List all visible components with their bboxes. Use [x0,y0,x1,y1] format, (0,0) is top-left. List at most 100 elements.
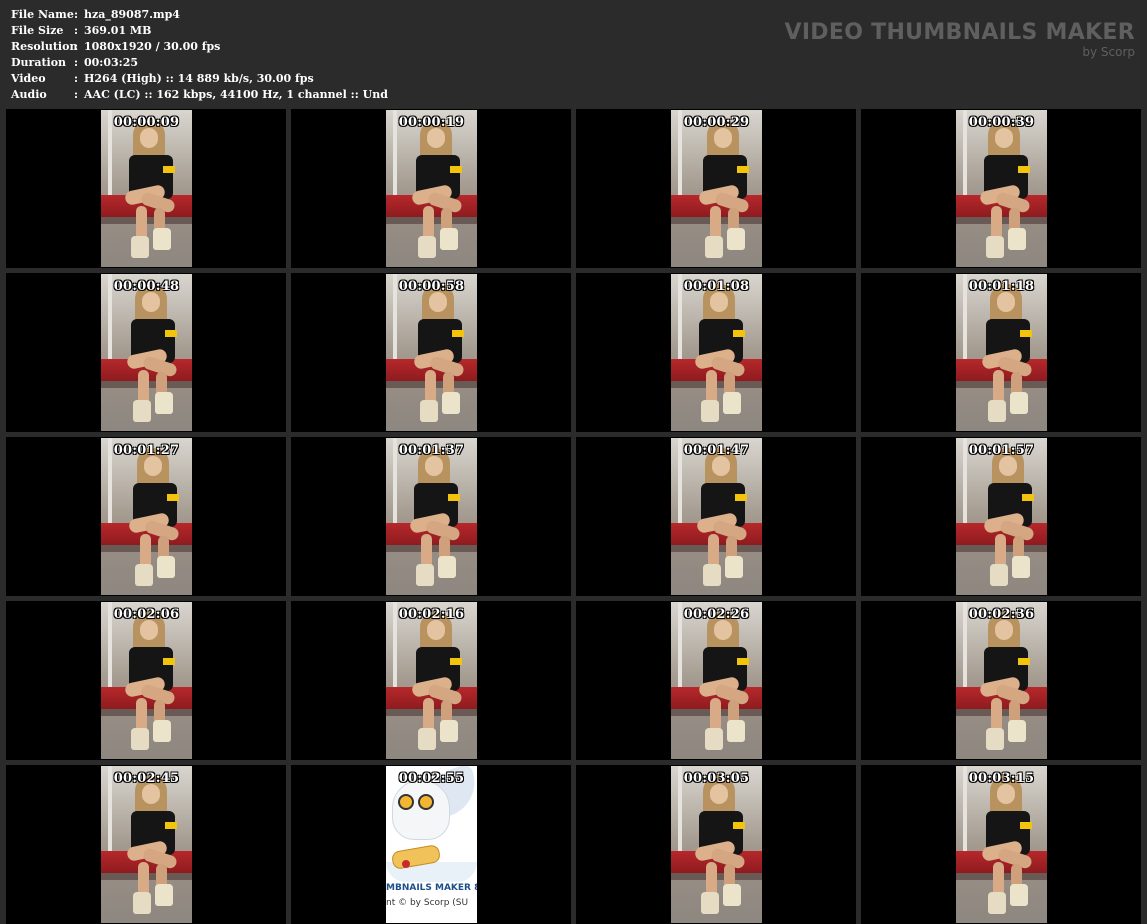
boot [1012,556,1030,578]
timestamp-label: 00:02:26 [683,607,750,622]
head [429,292,447,312]
thumbnail-cell: 00:00:39 [861,109,1141,268]
person-figure [119,118,181,263]
info-value: 00:03:25 [84,56,139,69]
leg [991,206,1002,240]
info-value: hza_89087.mp4 [84,8,180,21]
info-label: Resolution [11,40,78,53]
thumbnail-cell: 00:03:15 [861,765,1141,924]
info-separator: : [74,8,79,21]
shirt-stripe [733,330,745,337]
timestamp-label: 00:00:09 [113,115,180,130]
shirt-stripe [165,330,177,337]
head [710,292,728,312]
head [140,128,158,148]
info-value: 369.01 MB [84,24,152,37]
timestamp-label: 00:02:16 [398,607,465,622]
owl-eye [398,794,414,810]
head [999,456,1017,476]
video-frame [386,602,477,759]
timestamp-label: 00:01:47 [683,443,750,458]
person-figure [408,282,470,427]
shirt-stripe [737,658,749,665]
timestamp-label: 00:01:57 [968,443,1035,458]
leg [706,862,717,896]
head [425,456,443,476]
info-value: H264 (High) :: 14 889 kb/s, 30.00 fps [84,72,314,85]
person-figure [689,774,751,919]
timestamp-label: 00:00:29 [683,115,750,130]
boot [986,728,1004,750]
leg [710,206,721,240]
leg [136,698,147,732]
boot [418,728,436,750]
leg [991,698,1002,732]
person-figure [974,610,1036,755]
head [997,784,1015,804]
brand-watermark: VIDEO THUMBNAILS MAKER by Scorp [785,20,1136,59]
leg [423,206,434,240]
leg [138,862,149,896]
video-frame [386,438,477,595]
info-row-audio: Audio : AAC (LC) :: 162 kbps, 44100 Hz, … [11,87,388,103]
boot [703,564,721,586]
info-row-duration: Duration : 00:03:25 [11,55,388,71]
thumbnail-cell: MBNAILS MAKER 8 nt © by Scorp (SU 00:02:55 [291,765,571,924]
file-info: File Name : hza_89087.mp4 File Size : 36… [11,7,388,103]
timestamp-label: 00:03:15 [968,771,1035,786]
person-figure [976,774,1038,919]
leg [710,698,721,732]
info-separator: : [74,40,79,53]
shirt-stripe [1018,166,1030,173]
video-frame [956,274,1047,431]
leg [706,370,717,404]
video-frame [101,438,192,595]
thumbnail-cell: 00:02:16 [291,601,571,760]
timestamp-label: 00:01:37 [398,443,465,458]
timestamp-label: 00:00:58 [398,279,465,294]
boot [420,400,438,422]
shirt-stripe [1020,330,1032,337]
head [710,784,728,804]
boot [155,392,173,414]
video-frame [671,110,762,267]
boot [701,892,719,914]
info-label: Audio [11,88,47,101]
thumbnail-cell: 00:00:19 [291,109,571,268]
boot [1010,392,1028,414]
timestamp-label: 00:03:05 [683,771,750,786]
leg [138,370,149,404]
person-figure [689,282,751,427]
splash-frame: MBNAILS MAKER 8 nt © by Scorp (SU [386,766,477,923]
video-frame [386,110,477,267]
thumbnail-cell: 00:01:18 [861,273,1141,432]
splash-copyright: nt © by Scorp (SU [386,898,469,908]
person-figure [404,446,466,591]
info-row-file-name: File Name : hza_89087.mp4 [11,7,388,23]
info-value: AAC (LC) :: 162 kbps, 44100 Hz, 1 channe… [84,88,388,101]
timestamp-label: 00:00:19 [398,115,465,130]
shirt-stripe [1020,822,1032,829]
brand-title: VIDEO THUMBNAILS MAKER [784,20,1135,45]
info-label: Duration [11,56,67,69]
person-figure [406,118,468,263]
shirt-stripe [733,822,745,829]
boot [1008,228,1026,250]
video-frame [956,602,1047,759]
video-frame [386,274,477,431]
shirt-stripe [448,494,460,501]
leg [425,370,436,404]
video-frame [671,438,762,595]
thumbnail-cell: 00:01:57 [861,437,1141,596]
boot [131,236,149,258]
video-frame [671,602,762,759]
timestamp-label: 00:01:08 [683,279,750,294]
head [142,784,160,804]
thumbnail-cell: 00:01:37 [291,437,571,596]
brand-subtitle: by Scorp [1082,45,1135,59]
boot [131,728,149,750]
info-separator: : [74,72,79,85]
thumbnail-cell: 00:03:05 [576,765,856,924]
video-frame [671,766,762,923]
boot [705,728,723,750]
